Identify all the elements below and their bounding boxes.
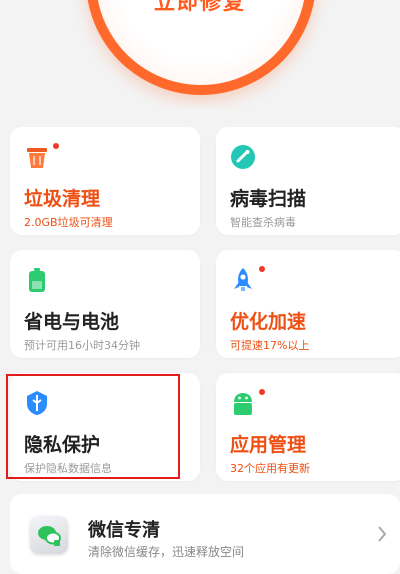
shield-check-icon — [231, 145, 255, 169]
card-subtitle: 预计可用16小时34分钟 — [24, 339, 140, 352]
wechat-clean-subtitle: 清除微信缓存，迅速释放空间 — [88, 545, 245, 559]
card-subtitle: 可提速17%以上 — [230, 339, 310, 352]
speed-boost-card[interactable]: 优化加速 可提速17%以上 — [216, 250, 400, 358]
notification-dot — [259, 389, 265, 395]
android-app-icon — [234, 393, 252, 415]
battery-card[interactable]: 省电与电池 预计可用16小时34分钟 — [10, 250, 200, 358]
card-title: 应用管理 — [230, 434, 307, 456]
card-title: 隐私保护 — [24, 434, 101, 456]
privacy-shield-icon — [27, 391, 47, 415]
notification-dot — [53, 143, 59, 149]
card-subtitle: 2.0GB垃圾可清理 — [24, 216, 113, 229]
scan-result-hero: 立即修复 — [0, 0, 400, 108]
card-title: 省电与电池 — [24, 311, 120, 333]
card-title: 优化加速 — [230, 311, 307, 333]
wechat-clean-row[interactable]: 微信专清 清除微信缓存，迅速释放空间 — [10, 494, 400, 574]
junk-clean-card[interactable]: 垃圾清理 2.0GB垃圾可清理 — [10, 127, 200, 235]
app-management-card[interactable]: 应用管理 32个应用有更新 — [216, 373, 400, 481]
virus-scan-card[interactable]: 病毒扫描 智能查杀病毒 — [216, 127, 400, 235]
card-subtitle: 32个应用有更新 — [230, 462, 310, 475]
rocket-icon — [234, 268, 252, 291]
card-title: 垃圾清理 — [24, 188, 101, 210]
card-subtitle: 保护隐私数据信息 — [24, 462, 112, 475]
card-subtitle: 智能查杀病毒 — [230, 216, 296, 229]
battery-icon — [29, 268, 45, 292]
privacy-protection-card[interactable]: 隐私保护 保护隐私数据信息 — [10, 373, 200, 481]
notification-dot — [259, 266, 265, 272]
trash-icon — [27, 148, 47, 168]
chevron-right-icon — [378, 526, 387, 542]
card-title: 病毒扫描 — [230, 188, 307, 210]
wechat-clean-icon — [30, 516, 68, 554]
fix-now-button[interactable]: 立即修复 — [0, 0, 400, 16]
wechat-clean-title: 微信专清 — [88, 520, 160, 541]
